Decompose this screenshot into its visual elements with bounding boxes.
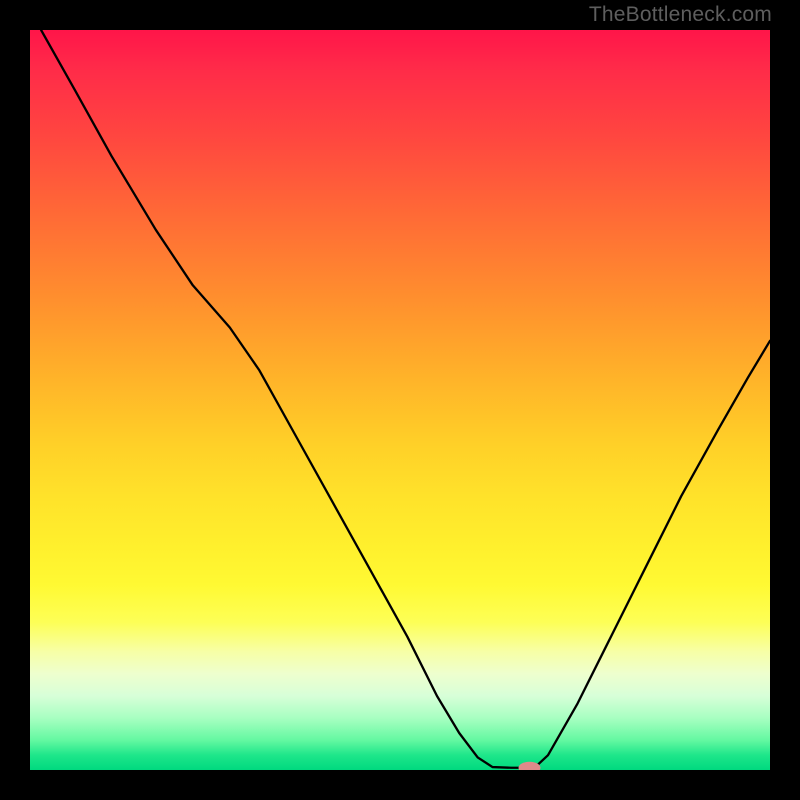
plot-area: [30, 30, 770, 770]
watermark-text: TheBottleneck.com: [589, 3, 772, 27]
optimal-point-marker: [30, 30, 770, 770]
chart-frame: TheBottleneck.com: [0, 0, 800, 800]
